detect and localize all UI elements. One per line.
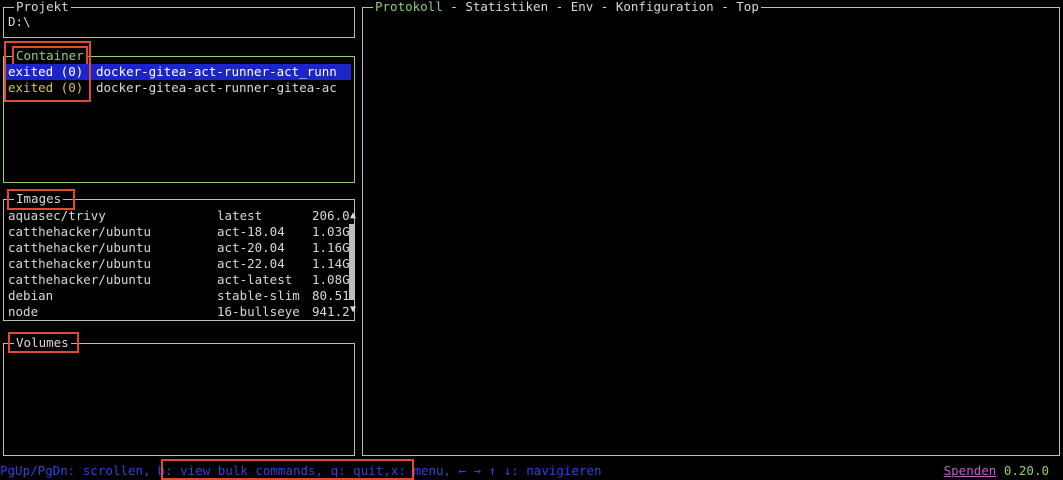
footer-right: Spenden 0.20.0 xyxy=(944,463,1049,479)
image-row[interactable]: aquasec/trivy latest 206.0 xyxy=(8,208,350,224)
image-tag: latest xyxy=(217,208,263,223)
image-tag: 16-bullseye xyxy=(217,304,300,319)
image-repo: debian xyxy=(8,288,54,303)
image-size: 1.08G xyxy=(312,272,350,287)
image-row[interactable]: catthehacker/ubuntu act-20.04 1.16G xyxy=(8,240,350,256)
images-title-highlight xyxy=(7,189,75,210)
scroll-up-icon[interactable]: ▲ xyxy=(350,210,356,222)
image-repo: node xyxy=(8,304,39,319)
main-tabs: Protokoll - Statistiken - Env - Konfigur… xyxy=(373,0,761,15)
image-repo: catthehacker/ubuntu xyxy=(8,272,151,287)
bulk-hint-highlight xyxy=(161,459,414,480)
tab-separator: - xyxy=(713,0,737,14)
image-repo: catthehacker/ubuntu xyxy=(8,224,151,239)
images-panel[interactable]: Images aquasec/trivy latest 206.0 catthe… xyxy=(3,189,356,321)
tab-protokoll[interactable]: Protokoll xyxy=(375,0,443,14)
footer-hints: PgUp/PgDn: scrollen, b: view bulk comman… xyxy=(0,463,1063,480)
images-scrollbar-thumb[interactable] xyxy=(349,224,355,300)
image-row[interactable]: node 16-bullseye 941.2 xyxy=(8,304,350,320)
image-size: 206.0 xyxy=(312,208,350,223)
tab-env[interactable]: Env xyxy=(571,0,594,14)
scroll-hint: PgUp/PgDn: scrollen, xyxy=(0,463,151,478)
image-size: 80.51 xyxy=(312,288,350,303)
image-repo: catthehacker/ubuntu xyxy=(8,256,151,271)
image-size: 1.14G xyxy=(312,256,350,271)
tab-separator: - xyxy=(442,0,466,14)
nav-hint: x: menu, ← → ↑ ↓: navigieren xyxy=(390,463,602,478)
image-row[interactable]: catthehacker/ubuntu act-18.04 1.03G xyxy=(8,224,350,240)
image-size: 1.03G xyxy=(312,224,350,239)
image-tag: act-latest xyxy=(217,272,293,287)
container-status-highlight xyxy=(4,41,91,102)
image-tag: act-18.04 xyxy=(217,224,285,239)
scroll-down-icon[interactable]: ▼ xyxy=(350,304,356,316)
image-row[interactable]: catthehacker/ubuntu act-latest 1.08G xyxy=(8,272,350,288)
volumes-title-highlight xyxy=(8,332,79,353)
tab-konfiguration[interactable]: Konfiguration xyxy=(616,0,714,14)
main-panel[interactable]: Protokoll - Statistiken - Env - Konfigur… xyxy=(362,0,1060,456)
image-row[interactable]: debian stable-slim 80.51 xyxy=(8,288,350,304)
image-size: 941.2 xyxy=(312,304,350,319)
image-tag: stable-slim xyxy=(217,288,300,303)
image-repo: aquasec/trivy xyxy=(8,208,106,223)
image-row[interactable]: catthehacker/ubuntu act-22.04 1.14G xyxy=(8,256,350,272)
donate-link[interactable]: Spenden xyxy=(944,463,997,478)
tab-separator: - xyxy=(548,0,571,14)
image-size: 1.16G xyxy=(312,240,350,255)
tab-top[interactable]: Top xyxy=(736,0,759,14)
image-tag: act-22.04 xyxy=(217,256,285,271)
tab-statistiken[interactable]: Statistiken xyxy=(465,0,548,14)
version-label: 0.20.0 xyxy=(1003,463,1049,478)
container-name: docker-gitea-act-runner-gitea-ac xyxy=(96,80,337,95)
image-tag: act-20.04 xyxy=(217,240,285,255)
volumes-panel[interactable]: Volumes xyxy=(3,332,355,456)
container-name: docker-gitea-act-runner-act_runn xyxy=(96,64,337,79)
tab-separator: - xyxy=(593,0,616,14)
project-panel-title: Projekt xyxy=(14,0,71,15)
project-panel[interactable]: Projekt D:\ xyxy=(3,0,355,38)
image-repo: catthehacker/ubuntu xyxy=(8,240,151,255)
project-path: D:\ xyxy=(8,14,31,29)
